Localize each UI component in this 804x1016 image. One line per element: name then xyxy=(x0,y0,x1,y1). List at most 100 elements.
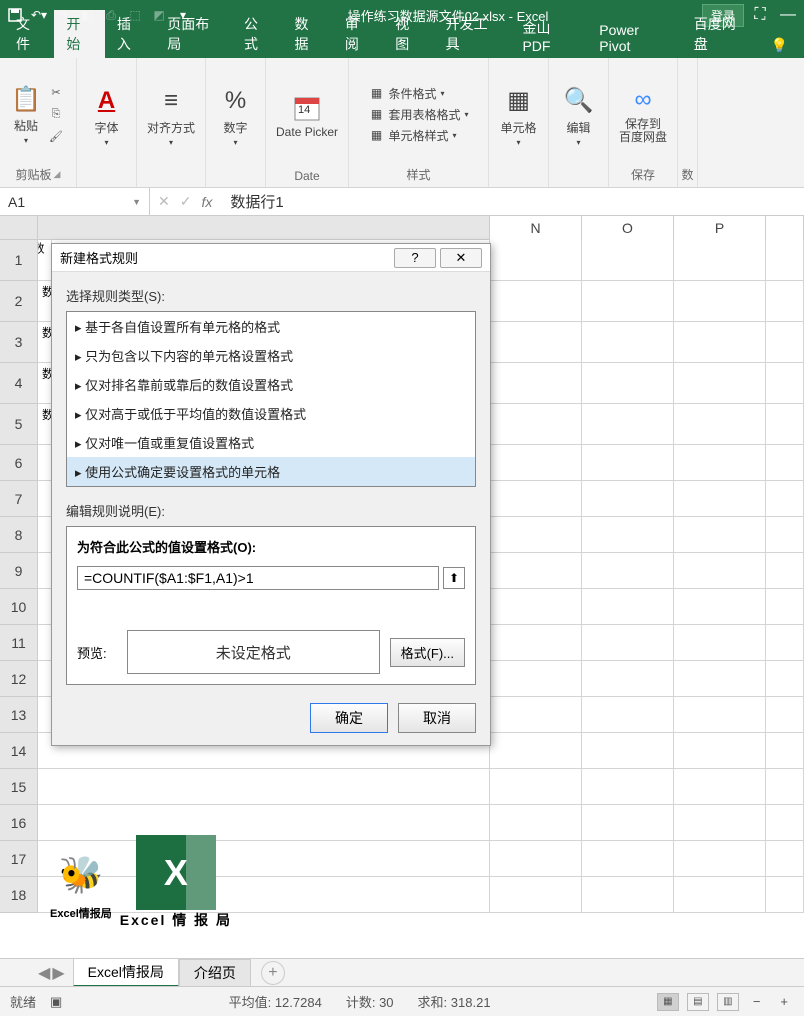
accept-formula-icon[interactable]: ✓ xyxy=(180,193,192,210)
table-format-button[interactable]: ▦套用表格格式▾ xyxy=(365,105,473,124)
chevron-down-icon[interactable]: ▼ xyxy=(132,197,141,207)
row-header[interactable]: 10 xyxy=(0,589,38,625)
cell-partial[interactable]: 数 xyxy=(38,240,52,281)
row-header[interactable]: 18 xyxy=(0,877,38,913)
number-label: 数字 xyxy=(224,119,248,136)
tab-pdf[interactable]: 金山PDF xyxy=(510,14,587,58)
row-header[interactable]: 17 xyxy=(0,841,38,877)
col-header-N[interactable]: N xyxy=(490,216,582,240)
macro-record-icon[interactable]: ▣ xyxy=(50,994,62,1010)
row-header[interactable]: 4 xyxy=(0,363,38,404)
col-header-O[interactable]: O xyxy=(582,216,674,240)
close-button[interactable]: ✕ xyxy=(440,248,482,268)
row-header[interactable]: 7 xyxy=(0,481,38,517)
dialog-title: 新建格式规则 xyxy=(60,248,390,267)
col-header-P[interactable]: P xyxy=(674,216,766,240)
tab-dev[interactable]: 开发工具 xyxy=(434,10,511,58)
view-layout-icon[interactable]: ▤ xyxy=(687,993,709,1011)
row-header[interactable]: 13 xyxy=(0,697,38,733)
formula-input[interactable]: 数据行1 xyxy=(220,191,804,212)
row-header[interactable]: 6 xyxy=(0,445,38,481)
zoom-in-button[interactable]: + xyxy=(774,994,794,1009)
range-select-icon[interactable]: ⬆ xyxy=(443,567,465,589)
paste-button[interactable]: 📋 粘贴 ▾ xyxy=(10,83,42,145)
group-cells: ▦ 单元格 ▾ xyxy=(489,58,549,187)
qat-icon-4[interactable]: ◩ xyxy=(148,4,170,26)
rule-option[interactable]: ▸ 仅对高于或低于平均值的数值设置格式 xyxy=(67,399,475,428)
cell-partial[interactable]: 数 xyxy=(38,281,52,322)
format-button[interactable]: 格式(F)... xyxy=(390,638,465,667)
row-header[interactable]: 9 xyxy=(0,553,38,589)
zoom-out-button[interactable]: − xyxy=(747,994,767,1009)
rule-option[interactable]: ▸ 基于各自值设置所有单元格的格式 xyxy=(67,312,475,341)
rule-option-selected[interactable]: ▸ 使用公式确定要设置格式的单元格 xyxy=(67,457,475,486)
cell-partial[interactable]: 数 xyxy=(38,322,52,363)
row-header[interactable]: 5 xyxy=(0,404,38,445)
tab-data[interactable]: 数据 xyxy=(282,10,332,58)
cancel-formula-icon[interactable]: ✕ xyxy=(158,193,170,210)
cell-partial[interactable]: 数 xyxy=(38,404,52,445)
tab-review[interactable]: 审阅 xyxy=(333,10,383,58)
align-button[interactable]: ≡ 对齐方式 ▾ xyxy=(147,85,195,147)
cut-icon[interactable]: ✂ xyxy=(46,83,66,101)
baidu-icon: ∞ xyxy=(627,84,659,116)
add-sheet-button[interactable]: + xyxy=(261,961,285,985)
format-painter-icon[interactable]: 🖌 xyxy=(46,127,66,145)
row-header[interactable]: 11 xyxy=(0,625,38,661)
dialog-launcher-icon[interactable]: ◢ xyxy=(54,169,61,180)
view-normal-icon[interactable]: ▦ xyxy=(657,993,679,1011)
cell-partial[interactable]: 数 xyxy=(38,363,52,404)
rule-option[interactable]: ▸ 只为包含以下内容的单元格设置格式 xyxy=(67,341,475,370)
select-all-corner[interactable] xyxy=(0,216,38,240)
cells-button[interactable]: ▦ 单元格 ▾ xyxy=(501,85,537,147)
qat-icon-3[interactable]: ⬚ xyxy=(124,4,146,26)
group-clipboard: 📋 粘贴 ▾ ✂ ⎘ 🖌 剪贴板◢ xyxy=(0,58,77,187)
row-header[interactable]: 8 xyxy=(0,517,38,553)
cell-styles-button[interactable]: ▦单元格样式▾ xyxy=(365,126,461,145)
number-button[interactable]: % 数字 ▾ xyxy=(220,85,252,147)
row-header[interactable]: 2 xyxy=(0,281,38,322)
tab-powerpivot[interactable]: Power Pivot xyxy=(587,18,681,58)
tab-next-icon[interactable]: ▶ xyxy=(52,963,64,983)
minimize-icon[interactable]: — xyxy=(776,3,800,27)
conditional-format-button[interactable]: ▦条件格式▾ xyxy=(365,84,449,103)
name-box[interactable]: A1 ▼ xyxy=(0,188,150,215)
tab-baidu[interactable]: 百度网盘 xyxy=(682,10,759,58)
tab-prev-icon[interactable]: ◀ xyxy=(38,963,50,983)
tell-me-icon[interactable]: 💡 xyxy=(759,33,800,58)
row-header[interactable]: 16 xyxy=(0,805,38,841)
ok-button[interactable]: 确定 xyxy=(310,703,388,733)
row-header[interactable]: 3 xyxy=(0,322,38,363)
col-header-last[interactable] xyxy=(766,216,804,240)
cancel-button[interactable]: 取消 xyxy=(398,703,476,733)
status-ready: 就绪 xyxy=(10,992,36,1011)
tab-file[interactable]: 文件 xyxy=(4,10,54,58)
qat-icon-2[interactable]: ⎙ xyxy=(100,4,122,26)
formula-input-field[interactable]: =COUNTIF($A1:$F1,A1)>1 xyxy=(77,566,439,590)
qat-icon-1[interactable]: ◧ xyxy=(76,4,98,26)
sheet-tab-bar: ◀ ▶ Excel情报局 介绍页 + xyxy=(0,958,804,986)
row-header[interactable]: 14 xyxy=(0,733,38,769)
fx-icon[interactable]: fx xyxy=(201,194,212,210)
row-header[interactable]: 12 xyxy=(0,661,38,697)
tab-formula[interactable]: 公式 xyxy=(232,10,282,58)
sheet-tab-active[interactable]: Excel情报局 xyxy=(73,958,179,987)
copy-icon[interactable]: ⎘ xyxy=(46,105,66,123)
font-button[interactable]: A 字体 ▾ xyxy=(91,85,123,147)
editing-button[interactable]: 🔍 编辑 ▾ xyxy=(563,85,595,147)
row-header[interactable]: 1 xyxy=(0,240,38,281)
date-picker-button[interactable]: 14 Date Picker xyxy=(276,92,338,139)
formula-bar: A1 ▼ ✕ ✓ fx 数据行1 xyxy=(0,188,804,216)
view-break-icon[interactable]: ▥ xyxy=(717,993,739,1011)
sheet-tab[interactable]: 介绍页 xyxy=(179,959,251,986)
row-header[interactable]: 15 xyxy=(0,769,38,805)
rule-option[interactable]: ▸ 仅对唯一值或重复值设置格式 xyxy=(67,428,475,457)
dialog-titlebar[interactable]: 新建格式规则 ? ✕ xyxy=(52,244,490,272)
conditional-format-icon: ▦ xyxy=(369,86,385,100)
tab-view[interactable]: 视图 xyxy=(383,10,433,58)
rule-option[interactable]: ▸ 仅对排名靠前或靠后的数值设置格式 xyxy=(67,370,475,399)
save-baidu-button[interactable]: ∞ 保存到 百度网盘 xyxy=(619,84,667,144)
help-button[interactable]: ? xyxy=(394,248,436,268)
status-bar: 就绪 ▣ 平均值: 12.7284 计数: 30 求和: 318.21 ▦ ▤ … xyxy=(0,986,804,1016)
redo-icon[interactable]: ↷ xyxy=(52,4,74,26)
